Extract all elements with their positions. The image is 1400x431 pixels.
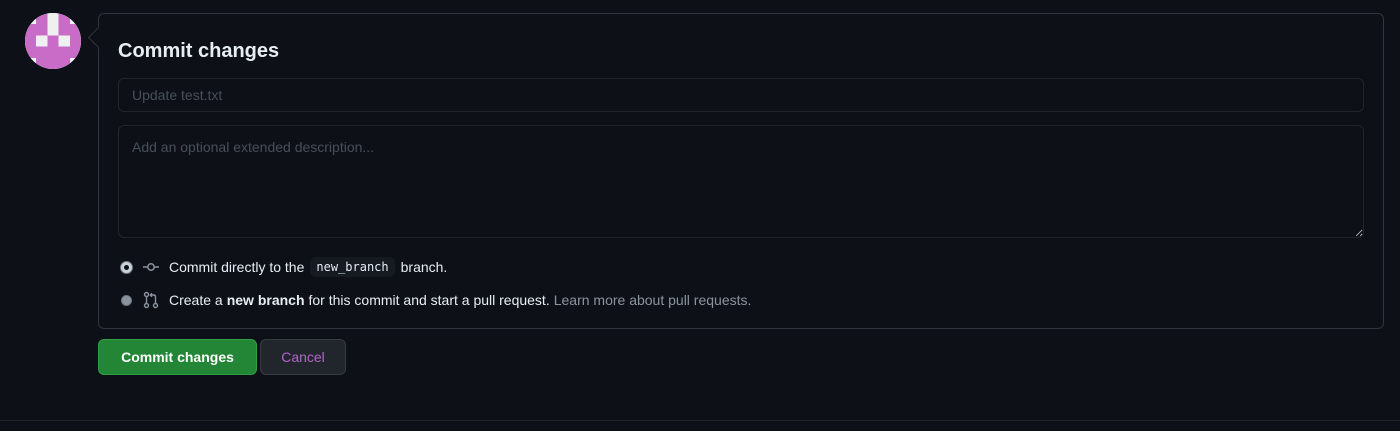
- new-branch-text-after: for this commit and start a pull request…: [308, 292, 550, 308]
- commit-direct-text: Commit directly to the: [169, 259, 305, 275]
- new-branch-radio[interactable]: [121, 294, 132, 306]
- new-branch-option[interactable]: Create a new branch for this commit and …: [121, 289, 751, 311]
- commit-direct-text-after: branch.: [400, 259, 448, 275]
- commit-description-input[interactable]: [118, 125, 1364, 238]
- identicon-icon: [25, 13, 81, 69]
- branch-name: new_branch: [310, 257, 395, 277]
- commit-summary-input[interactable]: [118, 78, 1364, 112]
- panel-caret: [87, 26, 110, 49]
- divider: [0, 420, 1400, 421]
- learn-more-pull-requests-link[interactable]: Learn more about pull requests.: [554, 292, 752, 308]
- avatar[interactable]: [25, 13, 81, 69]
- panel-title: Commit changes: [118, 40, 280, 62]
- git-commit-icon: [142, 258, 160, 276]
- cancel-button[interactable]: Cancel: [260, 339, 346, 375]
- git-pull-request-icon: [142, 291, 160, 309]
- new-branch-text: Create a: [169, 292, 223, 308]
- commit-panel: Commit changes Commit directly to the ne…: [87, 13, 1384, 329]
- commit-direct-option[interactable]: Commit directly to the new_branch branch…: [121, 256, 447, 278]
- commit-direct-radio[interactable]: [121, 261, 132, 273]
- page: Commit changes Commit directly to the ne…: [0, 0, 1400, 431]
- commit-changes-button[interactable]: Commit changes: [98, 339, 257, 375]
- new-branch-bold: new branch: [226, 292, 305, 308]
